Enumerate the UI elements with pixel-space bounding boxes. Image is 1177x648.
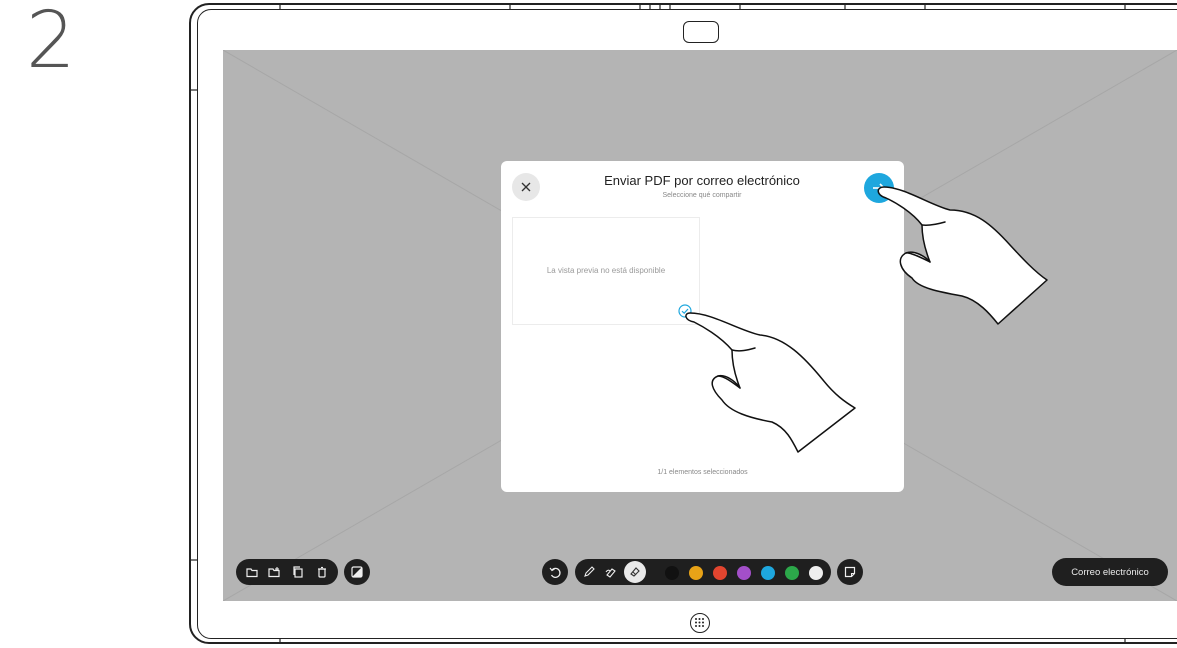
preview-unavailable-text: La vista previa no está disponible <box>546 266 666 275</box>
check-circle-icon[interactable] <box>678 304 692 318</box>
color-swatch-purple[interactable] <box>737 566 751 580</box>
color-swatch-blue[interactable] <box>761 566 775 580</box>
camera-icon <box>683 21 719 43</box>
selected-count: 1/1 elementos seleccionados <box>657 469 748 476</box>
undo-button[interactable] <box>542 559 568 585</box>
eraser-icon <box>630 567 640 577</box>
home-grid-icon <box>695 618 704 627</box>
background-icon <box>351 566 363 578</box>
email-button[interactable]: Correo electrónico <box>1052 558 1168 586</box>
undo-icon <box>549 567 561 578</box>
copy-icon[interactable] <box>291 565 305 579</box>
color-swatch-green[interactable] <box>785 566 799 580</box>
pen-icon[interactable] <box>582 565 596 579</box>
dialog-title: Enviar PDF por correo electrónico <box>604 173 800 188</box>
color-swatch-orange[interactable] <box>689 566 703 580</box>
home-button[interactable] <box>690 613 710 633</box>
step-number: 2 <box>26 0 76 86</box>
file-tools-pill <box>236 559 338 585</box>
eraser-button[interactable] <box>624 561 646 583</box>
sticky-note-icon <box>844 566 856 578</box>
folder-open-icon[interactable] <box>245 565 259 579</box>
background-toggle-button[interactable] <box>344 559 370 585</box>
color-swatch-white[interactable] <box>809 566 823 580</box>
send-button[interactable] <box>864 173 894 203</box>
new-page-icon[interactable] <box>267 565 281 579</box>
sticky-note-button[interactable] <box>837 559 863 585</box>
email-pdf-dialog <box>501 161 904 492</box>
trash-icon[interactable] <box>315 565 329 579</box>
dialog-subtitle: Seleccione qué compartir <box>662 192 742 199</box>
close-button[interactable] <box>512 173 540 201</box>
color-swatch-black[interactable] <box>665 566 679 580</box>
highlighter-icon[interactable] <box>604 565 618 579</box>
color-swatch-red[interactable] <box>713 566 727 580</box>
page-preview-card[interactable]: La vista previa no está disponible <box>512 217 700 325</box>
close-icon <box>521 182 531 192</box>
arrow-right-icon <box>873 183 886 193</box>
